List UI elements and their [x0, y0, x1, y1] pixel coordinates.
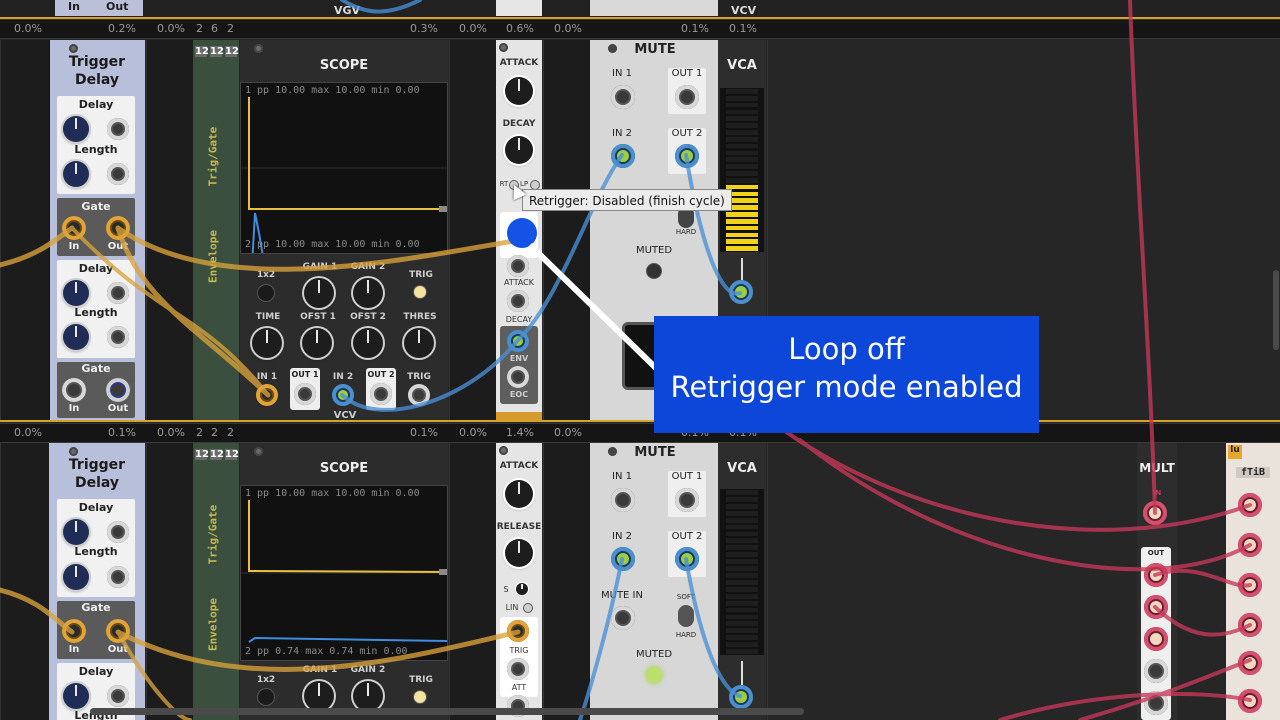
callout-pointer [527, 242, 663, 375]
callout-line1: Loop off [788, 332, 905, 366]
callout-line2: Retrigger mode enabled [670, 370, 1023, 404]
horizontal-scrollbar[interactable] [90, 708, 804, 715]
vertical-scrollbar[interactable] [1273, 270, 1279, 350]
rack-canvas[interactable]: 0.0% 0.2% 0.0% 2 6 2 0.3% 0.0% 0.6% 0.0%… [0, 0, 1280, 720]
callout-box: Loop off Retrigger mode enabled [654, 316, 1039, 433]
